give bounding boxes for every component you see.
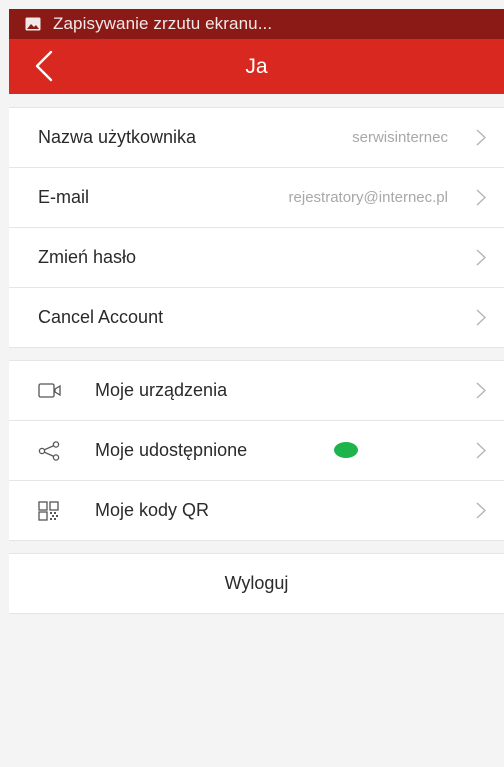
my-devices-row[interactable]: Moje urządzenia bbox=[9, 361, 504, 421]
my-devices-label: Moje urządzenia bbox=[95, 380, 228, 400]
back-button[interactable] bbox=[31, 49, 61, 83]
email-value: rejestratory@internec.pl bbox=[288, 189, 448, 206]
app-bar: Ja bbox=[9, 39, 504, 94]
email-row[interactable]: E-mail rejestratory@internec.pl bbox=[9, 168, 504, 228]
chevron-right-icon bbox=[476, 382, 486, 399]
page-title: Ja bbox=[245, 54, 268, 78]
chevron-right-icon bbox=[476, 249, 486, 266]
chevron-right-icon bbox=[476, 189, 486, 206]
status-badge bbox=[334, 442, 358, 458]
app-frame: Zapisywanie zrzutu ekranu... Ja Nazwa uż… bbox=[9, 9, 504, 767]
change-password-row[interactable]: Zmień hasło bbox=[9, 228, 504, 288]
devices-section: Moje urządzenia Moje udostępnione Moje k… bbox=[9, 360, 504, 541]
chevron-left-icon bbox=[35, 50, 53, 82]
username-value: serwisinternec bbox=[352, 129, 448, 146]
status-text: Zapisywanie zrzutu ekranu... bbox=[53, 14, 273, 33]
qr-code-icon bbox=[38, 500, 59, 521]
my-shared-label: Moje udostępnione bbox=[95, 440, 248, 460]
my-qr-codes-row[interactable]: Moje kody QR bbox=[9, 481, 504, 540]
video-camera-icon bbox=[38, 382, 61, 398]
chevron-right-icon bbox=[476, 129, 486, 146]
image-icon bbox=[25, 17, 41, 31]
email-label: E-mail bbox=[38, 187, 90, 207]
my-qr-codes-label: Moje kody QR bbox=[95, 500, 210, 520]
cancel-account-row[interactable]: Cancel Account bbox=[9, 288, 504, 347]
account-section: Nazwa użytkownika serwisinternec E-mail … bbox=[9, 107, 504, 348]
share-icon bbox=[38, 440, 60, 461]
status-bar: Zapisywanie zrzutu ekranu... bbox=[9, 9, 504, 39]
chevron-right-icon bbox=[476, 502, 486, 519]
cancel-account-label: Cancel Account bbox=[38, 307, 164, 327]
change-password-label: Zmień hasło bbox=[38, 247, 137, 267]
my-shared-row[interactable]: Moje udostępnione bbox=[9, 421, 504, 481]
chevron-right-icon bbox=[476, 442, 486, 459]
chevron-right-icon bbox=[476, 309, 486, 326]
logout-label: Wyloguj bbox=[224, 573, 289, 593]
username-label: Nazwa użytkownika bbox=[38, 127, 197, 147]
username-row[interactable]: Nazwa użytkownika serwisinternec bbox=[9, 108, 504, 168]
logout-button[interactable]: Wyloguj bbox=[9, 553, 504, 614]
